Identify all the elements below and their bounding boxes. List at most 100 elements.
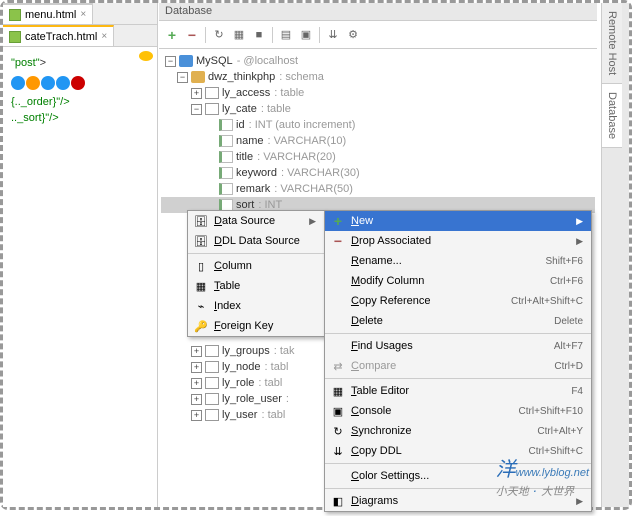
remove-button[interactable]: −: [183, 26, 201, 44]
column-icon: [219, 151, 233, 163]
menu-item-new[interactable]: +New▶: [325, 211, 591, 231]
separator: [272, 27, 273, 43]
tree-column[interactable]: title: VARCHAR(20): [161, 149, 595, 165]
console-icon[interactable]: ▣: [297, 26, 315, 44]
table-icon: [205, 409, 219, 421]
table-icon: [205, 345, 219, 357]
stop-icon[interactable]: ■: [250, 26, 268, 44]
editor-tabs-row2: cateTrach.html ×: [3, 25, 157, 47]
menu-item-modify-column[interactable]: Modify ColumnCtrl+F6: [325, 271, 591, 291]
menu-item-console[interactable]: ▣ConsoleCtrl+Shift+F10: [325, 401, 591, 421]
col-icon: ▯: [192, 259, 210, 273]
tab-label: menu.html: [25, 9, 76, 21]
plus-icon: +: [329, 214, 347, 228]
schema-icon: [191, 71, 205, 83]
firefox-icon[interactable]: [26, 76, 40, 90]
ddl-icon[interactable]: ⇊: [324, 26, 342, 44]
menu-item-table-editor[interactable]: ▦Table EditorF4: [325, 381, 591, 401]
tab-menu-html[interactable]: menu.html ×: [3, 3, 93, 24]
blank-icon: [329, 339, 347, 353]
eye-icon[interactable]: [139, 51, 153, 61]
syn-icon: ↻: [329, 424, 347, 438]
collapse-icon[interactable]: −: [191, 104, 202, 115]
separator: [205, 27, 206, 43]
menu-item-rename-[interactable]: Rename...Shift+F6: [325, 251, 591, 271]
menu-item-compare: ⇄CompareCtrl+D: [325, 356, 591, 376]
column-icon: [219, 119, 233, 131]
tree-table[interactable]: + ly_access : table: [161, 85, 595, 101]
opera-icon[interactable]: [71, 76, 85, 90]
ie-icon[interactable]: [11, 76, 25, 90]
tree-schema[interactable]: − dwz_thinkphp : schema: [161, 69, 595, 85]
menu-item-delete[interactable]: DeleteDelete: [325, 311, 591, 331]
tree-table[interactable]: − ly_cate : table: [161, 101, 595, 117]
table-icon: [205, 393, 219, 405]
table-editor-icon[interactable]: ▤: [277, 26, 295, 44]
blank-icon: [329, 274, 347, 288]
table-icon: [205, 103, 219, 115]
tree-column[interactable]: keyword: VARCHAR(30): [161, 165, 595, 181]
collapse-icon[interactable]: −: [165, 56, 176, 67]
tab-database[interactable]: Database: [602, 84, 622, 148]
fk-icon: 🔑: [192, 319, 210, 333]
menu-item-find-usages[interactable]: Find UsagesAlt+F7: [325, 336, 591, 356]
menu-item-synchronize[interactable]: ↻SynchronizeCtrl+Alt+Y: [325, 421, 591, 441]
menu-item-data-source[interactable]: 🗄Data Source▶: [188, 211, 324, 231]
column-icon: [219, 135, 233, 147]
add-button[interactable]: +: [163, 26, 181, 44]
tbl-icon: ▦: [192, 279, 210, 293]
cmp-icon: ⇄: [329, 359, 347, 373]
minus-icon: −: [329, 234, 347, 248]
close-icon[interactable]: ×: [101, 31, 107, 42]
tree-column[interactable]: name: VARCHAR(10): [161, 133, 595, 149]
watermark: 洋www.lyblog.net 小天地 · 大世界: [496, 453, 589, 499]
menu-item-index[interactable]: ⌁Index: [188, 296, 324, 316]
database-icon: [179, 55, 193, 67]
menu-item-ddl-data-source[interactable]: 🗄DDL Data Source: [188, 231, 324, 251]
table-icon: [205, 377, 219, 389]
menu-item-drop-associated[interactable]: −Drop Associated▶: [325, 231, 591, 251]
tree-column[interactable]: remark: VARCHAR(50): [161, 181, 595, 197]
expand-icon[interactable]: +: [191, 378, 202, 389]
close-icon[interactable]: ×: [80, 9, 86, 20]
arrow-right-icon: ▶: [309, 216, 316, 227]
expand-icon[interactable]: +: [191, 346, 202, 357]
collapse-icon[interactable]: −: [177, 72, 188, 83]
tree-column[interactable]: id: INT (auto increment): [161, 117, 595, 133]
column-icon: [219, 183, 233, 195]
expand-icon[interactable]: +: [191, 410, 202, 421]
menu-item-foreign-key[interactable]: 🔑Foreign Key: [188, 316, 324, 336]
editor-tabs: menu.html ×: [3, 3, 157, 25]
db-toolbar: + − ↻ ▦ ■ ▤ ▣ ⇊ ⚙: [159, 21, 597, 49]
settings-icon[interactable]: ⚙: [344, 26, 362, 44]
menu-item-copy-reference[interactable]: Copy ReferenceCtrl+Alt+Shift+C: [325, 291, 591, 311]
blank-icon: [329, 469, 347, 483]
tree-connection[interactable]: − MySQL - @localhost: [161, 53, 595, 69]
expand-icon[interactable]: +: [191, 88, 202, 99]
tab-remote-host[interactable]: Remote Host: [602, 3, 622, 84]
blank-icon: [329, 254, 347, 268]
tab-catetrach-html[interactable]: cateTrach.html ×: [3, 25, 114, 46]
menu-separator: [325, 333, 591, 334]
html-file-icon: [9, 9, 21, 21]
filter-icon[interactable]: ▦: [230, 26, 248, 44]
column-icon: [219, 167, 233, 179]
menu-item-table[interactable]: ▦Table: [188, 276, 324, 296]
panel-title: Database: [159, 3, 597, 21]
idx-icon: ⌁: [192, 299, 210, 313]
menu-item-column[interactable]: ▯Column: [188, 256, 324, 276]
expand-icon[interactable]: +: [191, 362, 202, 373]
browser-icons: [11, 76, 149, 90]
chrome-icon[interactable]: [41, 76, 55, 90]
menu-separator: [325, 378, 591, 379]
arrow-right-icon: ▶: [576, 216, 583, 227]
safari-icon[interactable]: [56, 76, 70, 90]
expand-icon[interactable]: +: [191, 394, 202, 405]
dia-icon: ◧: [329, 494, 347, 508]
con-icon: ▣: [329, 404, 347, 418]
html-file-icon: [9, 31, 21, 43]
menu-separator: [188, 253, 324, 254]
table-icon: [205, 87, 219, 99]
code-editor[interactable]: "post"> {.._order}"/> .._sort}"/>: [3, 47, 157, 135]
refresh-icon[interactable]: ↻: [210, 26, 228, 44]
